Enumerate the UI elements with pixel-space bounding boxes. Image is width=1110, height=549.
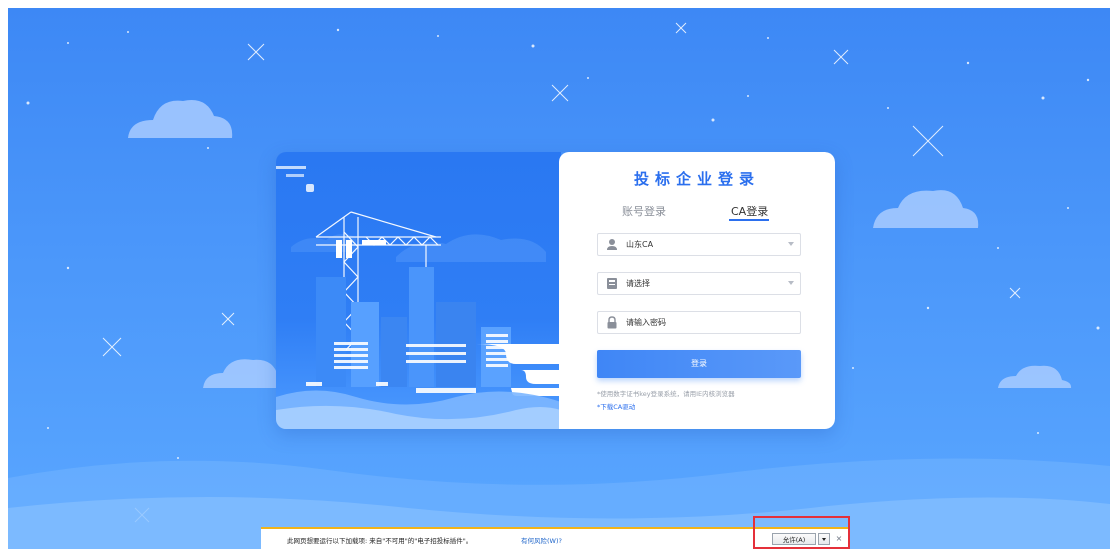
tab-account-login[interactable]: 账号登录 (622, 203, 666, 219)
tab-ca-login[interactable]: CA登录 (731, 203, 768, 219)
page: 投标企业登录 账号登录 CA登录 山东CA 请选择 请输入密码 登录 *使用数字… (0, 0, 1110, 549)
allow-dropdown-button[interactable] (818, 533, 830, 545)
active-tab-indicator (729, 219, 769, 221)
allow-button[interactable]: 允许(A) (772, 533, 816, 545)
lock-icon (607, 316, 617, 329)
certificate-select[interactable]: 请选择 (597, 272, 801, 295)
chevron-down-icon (788, 242, 794, 246)
form-title: 投标企业登录 (633, 170, 760, 188)
browser-content: 投标企业登录 账号登录 CA登录 山东CA 请选择 请输入密码 登录 *使用数字… (0, 0, 1110, 549)
addon-message: 此网页想要运行以下加载项: 来自"不可用"的"电子招投标插件"。 (287, 537, 473, 545)
ca-provider-value: 山东CA (626, 240, 654, 249)
login-card: 投标企业登录 账号登录 CA登录 山东CA 请选择 请输入密码 登录 *使用数字… (276, 152, 835, 429)
password-placeholder: 请输入密码 (626, 318, 666, 327)
city-illustration (276, 152, 561, 429)
close-notification-button[interactable]: × (834, 533, 844, 545)
certificate-placeholder: 请选择 (626, 279, 650, 288)
city-illustration-graphic (276, 152, 561, 429)
ca-provider-select[interactable]: 山东CA (597, 233, 801, 256)
browser-hint: *使用数字证书key登录系统，请用IE内核浏览器 (597, 390, 735, 398)
login-button[interactable]: 登录 (597, 350, 801, 378)
chevron-down-icon (788, 281, 794, 285)
chevron-down-icon (822, 538, 826, 541)
user-icon (607, 239, 617, 250)
download-ca-driver-link[interactable]: *下载CA驱动 (597, 401, 635, 411)
login-form: 投标企业登录 账号登录 CA登录 山东CA 请选择 请输入密码 登录 *使用数字… (559, 152, 835, 429)
what-is-risk-link[interactable]: 有何风险(W)? (521, 535, 562, 545)
password-input[interactable]: 请输入密码 (597, 311, 801, 334)
certificate-icon (607, 278, 617, 289)
addon-notification-bar: 此网页想要运行以下加载项: 来自"不可用"的"电子招投标插件"。 有何风险(W)… (261, 527, 849, 549)
